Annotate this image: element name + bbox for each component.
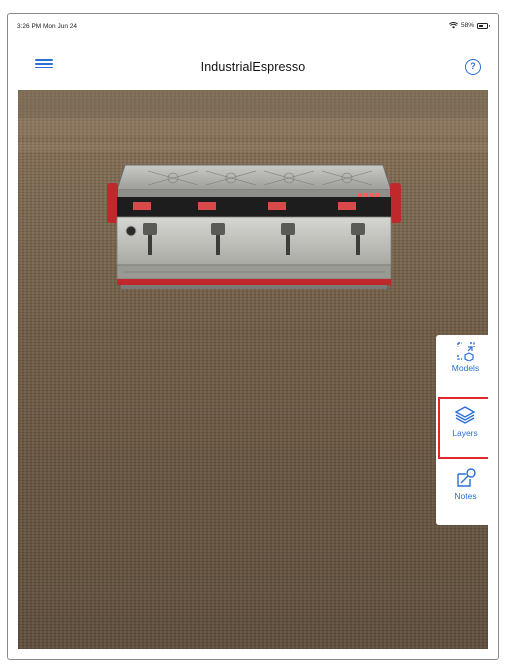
side-toolbar: Models Layers Notes [436,335,488,525]
device-frame: 3:26 PM Mon Jun 24 58% IndustrialEspress… [7,13,499,660]
app-title: IndustrialEspresso [200,60,306,74]
status-indicators: 58% [448,22,490,29]
notes-icon [456,468,476,487]
floor-band [18,118,488,136]
nav-bar: IndustrialEspresso ? [8,42,498,90]
layers-icon [454,406,476,424]
layers-label: Layers [452,428,478,438]
espresso-machine-model[interactable] [103,145,403,305]
notes-label: Notes [454,491,477,501]
models-label: Models [451,363,480,373]
floor-band [18,90,488,118]
battery-percent: 58% [460,22,474,29]
help-icon[interactable]: ? [465,59,481,75]
status-time: 3:26 PM Mon Jun 24 [17,23,77,30]
ar-viewport[interactable]: Models Layers Notes [18,90,488,649]
battery-level [479,24,484,27]
layers-button[interactable]: Layers [438,397,488,459]
wifi-icon [448,22,458,29]
status-bar: 3:26 PM Mon Jun 24 58% [8,14,498,42]
battery-icon [477,22,490,29]
notes-button[interactable]: Notes [436,463,488,521]
models-icon [456,342,475,361]
models-button[interactable]: Models [436,341,488,399]
